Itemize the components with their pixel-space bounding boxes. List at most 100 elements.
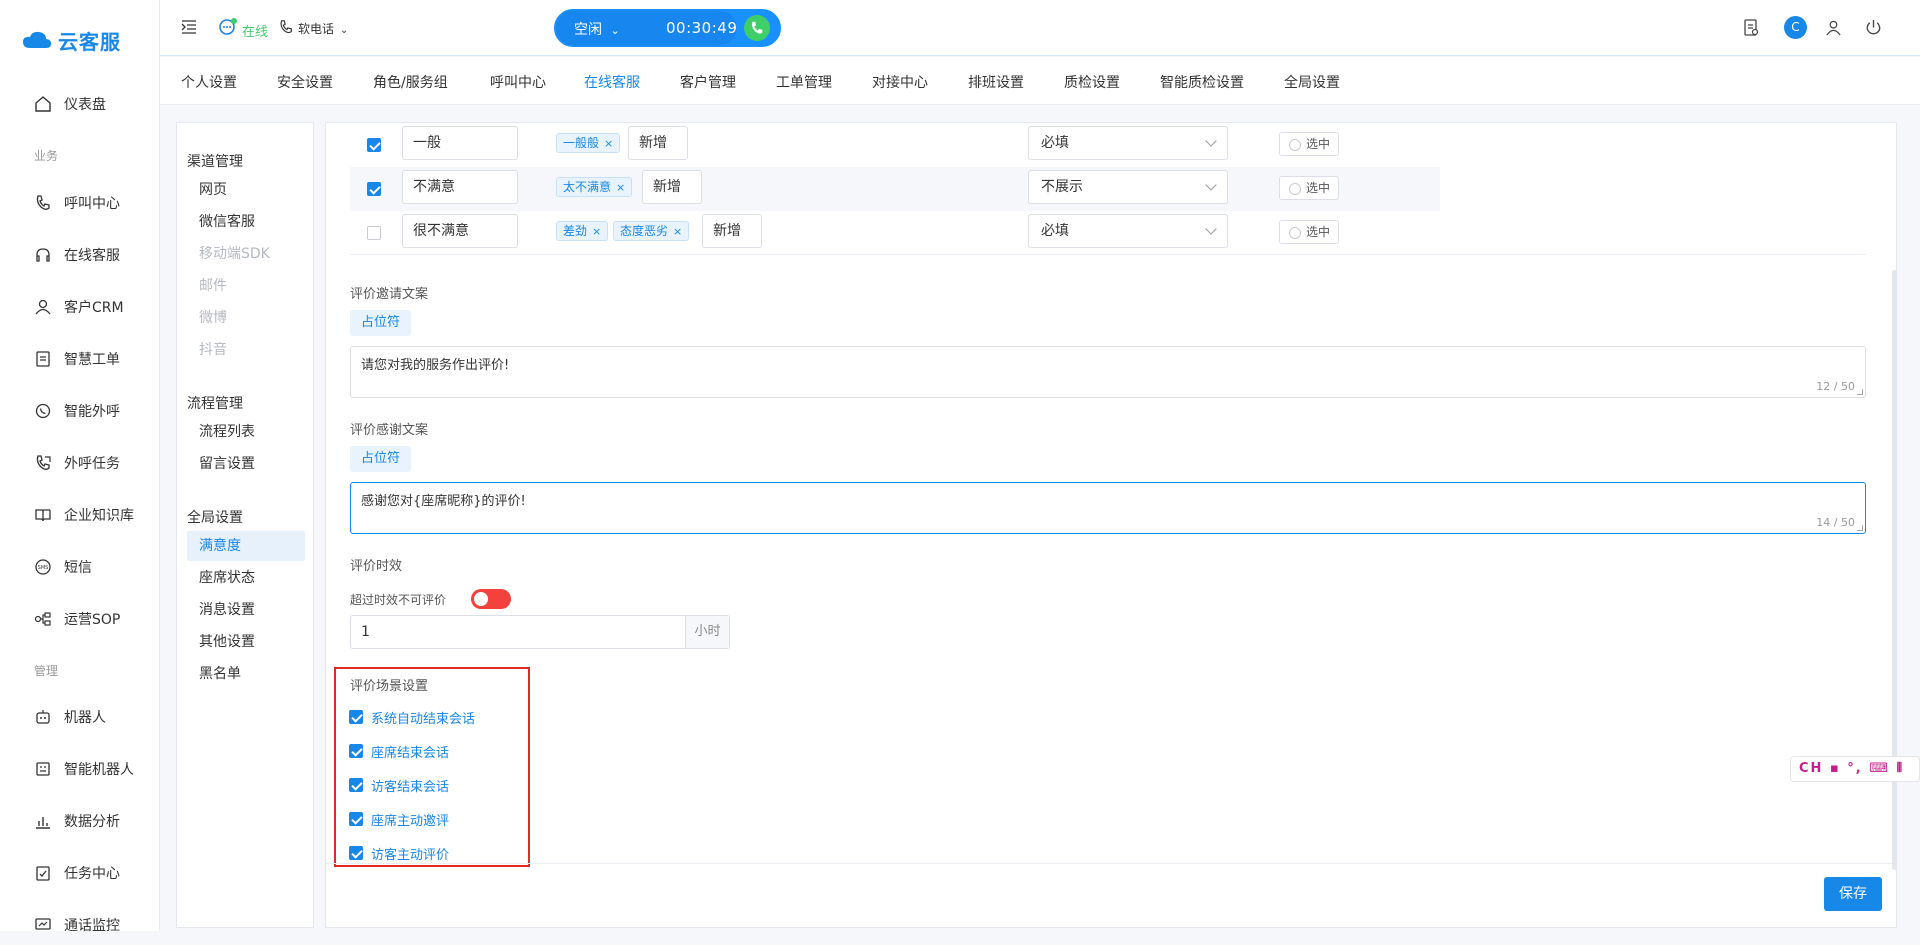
- close-icon[interactable]: ×: [673, 225, 682, 238]
- tab-call-center[interactable]: 呼叫中心: [490, 72, 546, 92]
- invite-placeholder-button[interactable]: 占位符: [350, 310, 412, 336]
- rating-row: 不满意 太不满意 × 新增 不展示 选中: [350, 167, 1440, 211]
- menu-collapse-icon[interactable]: [181, 20, 197, 34]
- softphone-dropdown[interactable]: 软电话 ⌄: [298, 20, 348, 37]
- tab-global[interactable]: 全局设置: [1284, 72, 1340, 92]
- scene-checkbox[interactable]: [349, 812, 363, 826]
- close-icon[interactable]: ×: [592, 225, 601, 238]
- scene-checkbox[interactable]: [349, 710, 363, 724]
- add-tag-button[interactable]: 新增: [642, 170, 702, 204]
- tab-smart-quality[interactable]: 智能质检设置: [1160, 72, 1244, 92]
- sidebar-item-knowledge-base[interactable]: 企业知识库: [0, 495, 159, 535]
- tab-customer[interactable]: 客户管理: [680, 72, 736, 92]
- sidebar-item-sms[interactable]: SMS 短信: [0, 547, 159, 587]
- app-logo[interactable]: 云客服: [0, 0, 159, 80]
- resize-handle-icon[interactable]: [1857, 389, 1863, 395]
- tab-integration[interactable]: 对接中心: [872, 72, 928, 92]
- chevron-down-icon: [1205, 223, 1217, 235]
- subnav-item-douyin[interactable]: 抖音: [187, 335, 305, 365]
- rating-row-checkbox[interactable]: [367, 182, 381, 196]
- task-icon: [36, 866, 50, 881]
- invite-textarea[interactable]: 请您对我的服务作出评价! 12 / 50: [350, 346, 1866, 398]
- tab-roles[interactable]: 角色/服务组: [373, 72, 448, 92]
- sidebar-item-label: 短信: [64, 560, 92, 576]
- rating-default-radio[interactable]: 选中: [1279, 132, 1340, 156]
- subnav-item-agent-status[interactable]: 座席状态: [187, 563, 305, 593]
- subnav-item-message[interactable]: 消息设置: [187, 595, 305, 625]
- sidebar-item-smart-robot[interactable]: 智能机器人: [0, 749, 159, 789]
- rating-name-input[interactable]: 不满意: [402, 170, 518, 204]
- sidebar-item-data-analysis[interactable]: 数据分析: [0, 801, 159, 841]
- sidebar-item-label: 任务中心: [64, 866, 120, 882]
- rating-name-input[interactable]: 很不满意: [402, 214, 518, 248]
- subnav-item-message-settings[interactable]: 留言设置: [187, 449, 305, 479]
- document-icon[interactable]: [1743, 19, 1759, 37]
- sidebar-item-outbound-task[interactable]: 外呼任务: [0, 443, 159, 483]
- agent-status-pill[interactable]: 空闲 ⌄ 00:30:49: [554, 9, 781, 47]
- sidebar-item-dashboard[interactable]: 仪表盘: [0, 84, 159, 124]
- home-icon: [35, 96, 51, 112]
- add-tag-button[interactable]: 新增: [628, 126, 688, 160]
- sidebar-item-label: 在线客服: [64, 248, 120, 264]
- agent-status-label: 空闲: [574, 22, 602, 38]
- sidebar-item-online-service[interactable]: 在线客服: [0, 235, 159, 275]
- sidebar-item-label: 呼叫中心: [64, 196, 120, 212]
- user-profile-icon[interactable]: [1825, 19, 1842, 36]
- resize-handle-icon[interactable]: [1857, 525, 1863, 531]
- scene-checkbox[interactable]: [349, 778, 363, 792]
- sidebar-item-call-center[interactable]: 呼叫中心: [0, 183, 159, 223]
- sidebar-item-smart-outbound[interactable]: 智能外呼: [0, 391, 159, 431]
- scene-checkbox[interactable]: [349, 744, 363, 758]
- subnav-item-blacklist[interactable]: 黑名单: [187, 659, 305, 689]
- tab-schedule[interactable]: 排班设置: [968, 72, 1024, 92]
- sidebar-item-sop[interactable]: 运营SOP: [0, 599, 159, 639]
- thanks-textarea[interactable]: 感谢您对{座席昵称}的评价! 14 / 50: [350, 482, 1866, 534]
- tab-quality[interactable]: 质检设置: [1064, 72, 1120, 92]
- subnav-item-other[interactable]: 其他设置: [187, 627, 305, 657]
- rating-default-radio[interactable]: 选中: [1279, 220, 1340, 244]
- subnav-item-email[interactable]: 邮件: [187, 271, 305, 301]
- scene-option-label: 系统自动结束会话: [371, 712, 476, 727]
- top-bar: 在线 软电话 ⌄ 空闲 ⌄ 00:30:49 C: [160, 0, 1920, 56]
- subnav-item-web[interactable]: 网页: [187, 175, 305, 205]
- subnav-item-flow-list[interactable]: 流程列表: [187, 417, 305, 447]
- tab-online-service[interactable]: 在线客服: [584, 72, 640, 92]
- rating-required-select[interactable]: 不展示: [1028, 170, 1228, 204]
- tab-security[interactable]: 安全设置: [277, 72, 333, 92]
- thanks-placeholder-button[interactable]: 占位符: [350, 446, 412, 472]
- avatar[interactable]: C: [1784, 16, 1807, 39]
- rating-required-select[interactable]: 必填: [1028, 214, 1228, 248]
- phone-answer-button[interactable]: [744, 15, 770, 41]
- sidebar-item-crm[interactable]: 客户CRM: [0, 287, 159, 327]
- save-button[interactable]: 保存: [1824, 877, 1882, 911]
- tag-label: 差劲: [563, 224, 588, 238]
- subnav-item-mobile-sdk[interactable]: 移动端SDK: [187, 239, 305, 269]
- ime-toolbar[interactable]: CH ▪ °, ⌨ ⦀: [1790, 756, 1920, 782]
- rating-name-input[interactable]: 一般: [402, 126, 518, 160]
- tab-ticket[interactable]: 工单管理: [776, 72, 832, 92]
- add-tag-button[interactable]: 新增: [702, 214, 762, 248]
- sidebar-item-task-center[interactable]: 任务中心: [0, 853, 159, 893]
- sidebar-item-call-monitor[interactable]: 通话监控: [0, 905, 159, 945]
- subnav-item-wechat[interactable]: 微信客服: [187, 207, 305, 237]
- sidebar: 云客服 仪表盘 业务 呼叫中心 在线客服 客户CRM 智慧工单 智能外呼 外呼任…: [0, 0, 160, 934]
- close-icon[interactable]: ×: [616, 181, 625, 194]
- sidebar-item-ticket[interactable]: 智慧工单: [0, 339, 159, 379]
- rating-row-checkbox[interactable]: [367, 138, 381, 152]
- sub-navigation: 渠道管理 网页 微信客服 移动端SDK 邮件 微博 抖音 流程管理 流程列表 留…: [176, 122, 314, 928]
- rating-required-select[interactable]: 必填: [1028, 126, 1228, 160]
- rating-tag: 一般般 ×: [556, 133, 621, 153]
- subnav-item-satisfaction[interactable]: 满意度: [187, 531, 305, 561]
- timeliness-hours-input[interactable]: 1 小时: [350, 615, 730, 649]
- rating-default-radio[interactable]: 选中: [1279, 176, 1340, 200]
- close-icon[interactable]: ×: [604, 137, 613, 150]
- sidebar-item-robot[interactable]: 机器人: [0, 697, 159, 737]
- timeliness-toggle[interactable]: [471, 589, 511, 609]
- agent-status-dropdown[interactable]: 空闲 ⌄: [574, 19, 620, 39]
- subnav-item-weibo[interactable]: 微博: [187, 303, 305, 333]
- scene-checkbox[interactable]: [349, 846, 363, 860]
- power-icon[interactable]: [1865, 19, 1882, 36]
- divider: [350, 254, 1866, 255]
- rating-row-checkbox[interactable]: [367, 226, 381, 240]
- tab-personal[interactable]: 个人设置: [181, 72, 237, 92]
